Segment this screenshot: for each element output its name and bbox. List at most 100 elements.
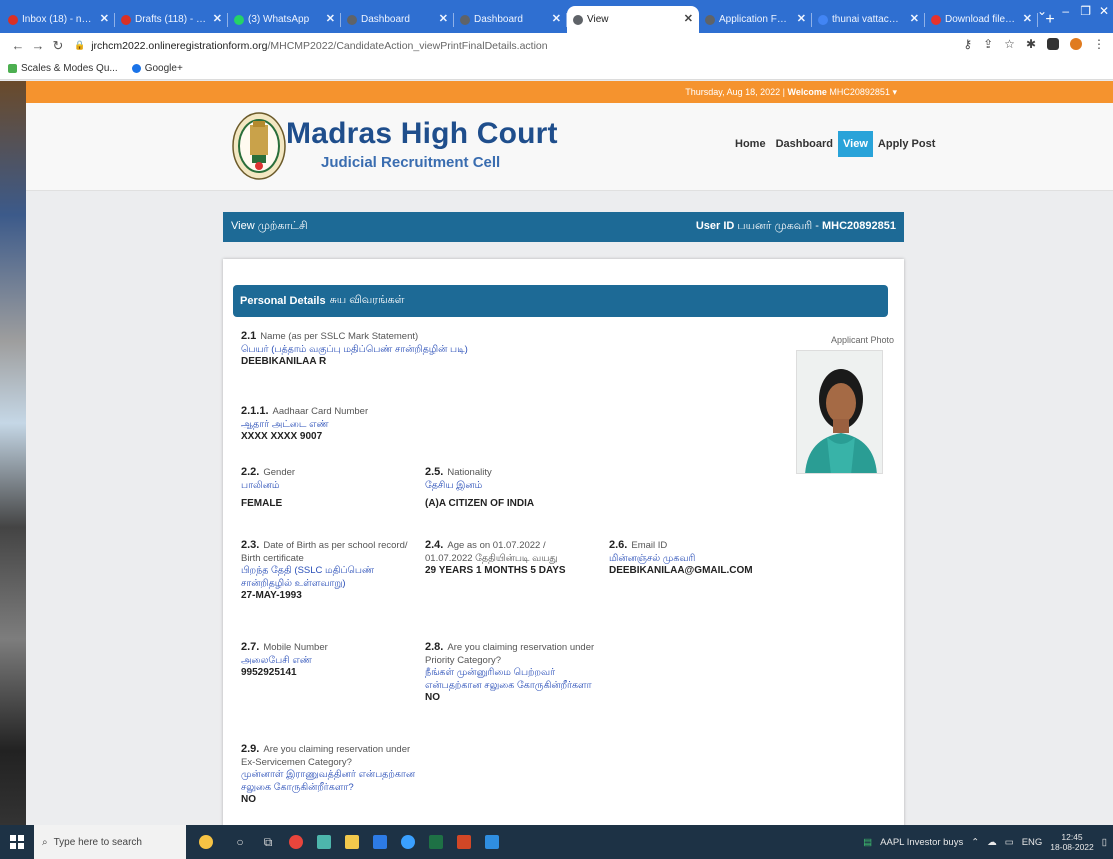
user-menu[interactable]: MHC20892851 [829,87,890,97]
bookmark-google-plus[interactable]: Google+ [131,63,183,74]
tab-label: View [587,14,609,25]
browser-tab[interactable]: Dashboard ✕ [341,6,454,33]
lock-icon[interactable]: 🔒 [74,40,85,51]
chrome-taskbar-icon[interactable] [282,825,310,859]
nav-view[interactable]: View [838,131,873,157]
nav-home[interactable]: Home [730,131,771,157]
browser-tab[interactable]: Download file | iLove ✕ [925,6,1038,33]
field-label-tamil: நீங்கள் முன்னுரிமை பெற்றவர் என்பதற்கான ச… [425,667,592,691]
tab-close-icon[interactable]: ✕ [100,12,109,25]
close-window-icon[interactable]: ✕ [1099,4,1109,18]
tab-close-icon[interactable]: ✕ [326,12,335,25]
field-label: Gender [263,467,296,478]
windows-taskbar: ⌕ Type here to search ○ ⧉ ▤ AAPL Investo… [0,825,1113,859]
field-label-tamil: பெயர் (பத்தாம் வகுப்பு மதிப்பெண் சான்றித… [241,343,468,355]
network-icon[interactable]: ☁ [987,837,997,848]
search-icon: ⌕ [42,836,48,848]
excel-taskbar-icon[interactable] [422,825,450,859]
chevron-up-icon[interactable]: ⌃ [971,837,979,848]
tab-label: Download file | iLove [945,14,1016,25]
field-label-tamil: அலைபேசி எண் [241,654,312,666]
tab-close-icon[interactable]: ✕ [797,12,806,25]
site-title: Madras High Court [286,117,558,150]
field-label: Age as on 01.07.2022 / [447,540,546,551]
main-nav: Home Dashboard View Apply Post [730,131,940,157]
back-icon[interactable]: ← [8,38,28,53]
address-bar[interactable]: 🔒 jrchcm2022.onlineregistrationform.org … [74,36,914,56]
tab-close-icon[interactable]: ✕ [1023,12,1032,25]
browser-tab[interactable]: Application Form (4) ✕ [699,6,812,33]
field-number: 2.1.1. [241,405,269,417]
paint-taskbar-icon[interactable] [310,825,338,859]
tab-close-icon[interactable]: ✕ [213,12,222,25]
stock-ticker[interactable]: AAPL Investor buys [880,837,963,848]
profile-avatar-icon[interactable] [1070,38,1082,50]
taskbar-search-input[interactable]: ⌕ Type here to search [34,825,186,859]
field-number: 2.2. [241,466,260,478]
field-label: Date of Birth as per school record/ Birt… [241,540,408,564]
bookmark-favicon-icon [8,64,17,73]
clock[interactable]: 12:45 18-08-2022 [1050,832,1093,852]
tab-label: Drafts (118) - niepmd [135,14,206,25]
tab-close-icon[interactable]: ✕ [684,12,693,25]
applicant-photo-label: Applicant Photo [831,335,895,345]
extensions-icon[interactable]: ✱ [1026,37,1036,51]
minimize-icon[interactable]: – [1062,4,1069,18]
restore-icon[interactable]: ❐ [1080,4,1091,18]
browser-tab[interactable]: View ✕ [567,6,699,33]
tab-close-icon[interactable]: ✕ [552,12,561,25]
field-label-tamil: பிறந்த தேதி (SSLC மதிப்பெண் சான்றிதழில் … [241,565,375,589]
forward-icon[interactable]: → [28,38,48,53]
bookmark-label: Google+ [144,63,183,74]
tab-favicon-icon [234,15,244,25]
cortana-icon[interactable]: ○ [226,825,254,859]
field-aadhaar: 2.1.1. Aadhaar Card Number ஆதார் அட்டை எண… [241,405,441,444]
notifications-icon[interactable]: ▯ [1102,837,1107,848]
volume-icon[interactable]: ▭ [1005,837,1014,848]
section-title: Personal Details [240,295,326,307]
caret-down-icon[interactable]: ▾ [892,87,897,98]
field-number: 2.5. [425,466,444,478]
browser-tab[interactable]: Inbox (18) - niepmd ✕ [2,6,115,33]
photos-taskbar-icon[interactable] [478,825,506,859]
menu-kebab-icon[interactable]: ⋮ [1093,37,1105,51]
site-header: Madras High Court Judicial Recruitment C… [26,103,1113,191]
tab-close-icon[interactable]: ✕ [439,12,448,25]
weather-icon[interactable] [186,825,226,859]
side-panel-icon[interactable] [1047,38,1059,50]
tab-label: Application Form (4) [719,14,790,25]
windows-start-icon[interactable] [0,825,34,859]
tab-favicon-icon [818,15,828,25]
bookmark-star-icon[interactable]: ☆ [1004,37,1015,51]
tab-close-icon[interactable]: ✕ [910,12,919,25]
user-id-display: User ID பயனர் முகவரி - MHC20892851 [696,220,896,234]
bookmark-scales-modes[interactable]: Scales & Modes Qu... [8,63,118,74]
tab-label: Dashboard [361,14,410,25]
view-header-bar: View முற்காட்சி User ID பயனர் முகவரி - M… [223,212,904,242]
field-label: Are you claiming reservation under Prior… [425,642,595,666]
field-label-tamil: பாலினம் [241,479,280,491]
key-icon[interactable]: ⚷ [963,37,972,51]
field-value: DEEBIKANILAA R [241,356,327,367]
field-name: 2.1 Name (as per SSLC Mark Statement) பெய… [241,330,571,369]
tab-favicon-icon [121,15,131,25]
field-label-tamil: தேசிய இனம் [425,479,483,491]
nav-dashboard[interactable]: Dashboard [771,131,838,157]
store-taskbar-icon[interactable] [366,825,394,859]
powerpoint-taskbar-icon[interactable] [450,825,478,859]
browser-tab[interactable]: thunai vattachiyar in ✕ [812,6,925,33]
tab-search-icon[interactable]: ⌄ [1037,4,1047,18]
browser-tab[interactable]: (3) WhatsApp ✕ [228,6,341,33]
task-view-icon[interactable]: ⧉ [254,825,282,859]
edge-taskbar-icon[interactable] [394,825,422,859]
browser-tab[interactable]: Dashboard ✕ [454,6,567,33]
file-explorer-icon[interactable] [338,825,366,859]
field-value: (A)A CITIZEN OF INDIA [425,498,535,509]
reload-icon[interactable]: ↻ [48,38,68,54]
browser-tab[interactable]: Drafts (118) - niepmd ✕ [115,6,228,33]
nav-apply-post[interactable]: Apply Post [873,131,940,157]
language-indicator[interactable]: ENG [1022,837,1043,848]
share-icon[interactable]: ⇪ [983,37,993,51]
field-label: Nationality [447,467,492,478]
stock-icon[interactable]: ▤ [863,837,872,848]
